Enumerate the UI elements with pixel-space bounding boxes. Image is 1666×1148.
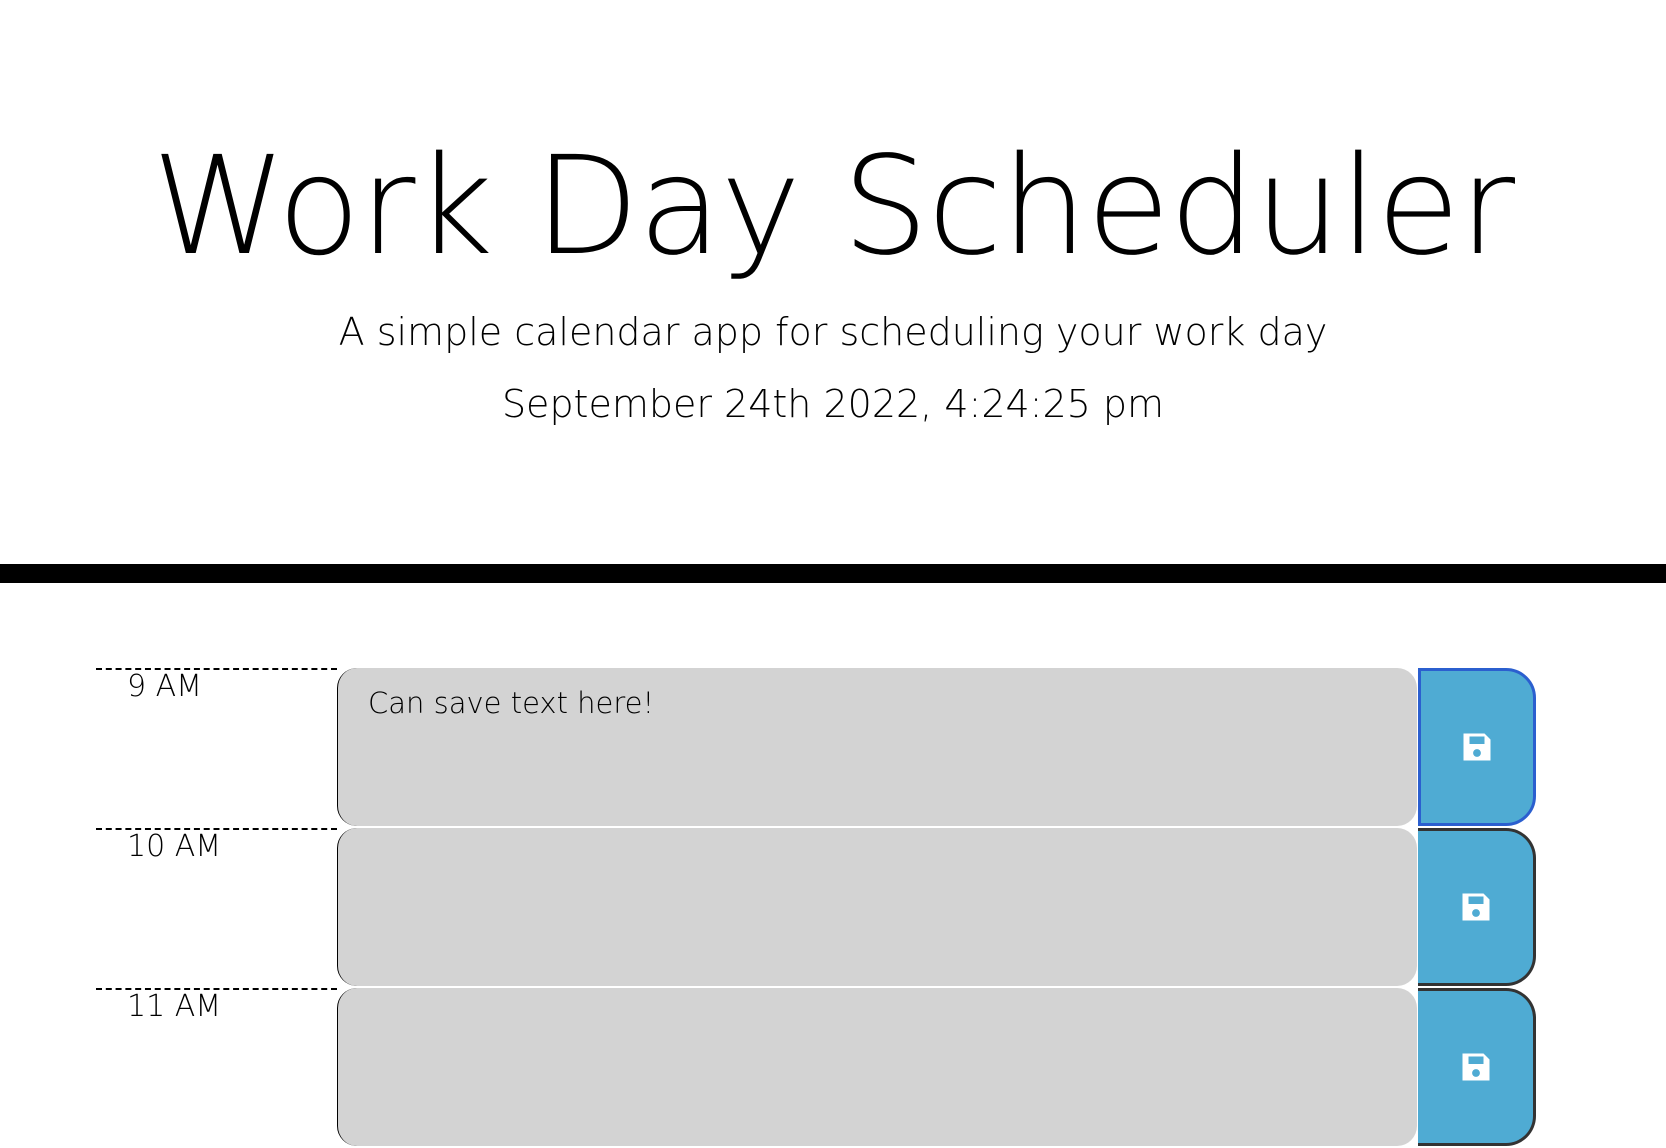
hour-column: 9 AM (96, 668, 337, 828)
hour-label: 10 AM (127, 829, 222, 864)
save-button[interactable] (1418, 668, 1536, 826)
save-icon (1462, 893, 1489, 921)
time-block-list: 9 AM Can save text here! 10 AM 11 AM (0, 668, 1666, 1148)
time-block: 11 AM (0, 988, 1666, 1148)
time-block: 10 AM (0, 828, 1666, 988)
save-button[interactable] (1418, 988, 1536, 1146)
save-icon (1462, 1053, 1489, 1081)
time-block: 9 AM Can save text here! (0, 668, 1666, 828)
hour-column: 10 AM (96, 828, 337, 988)
save-button[interactable] (1418, 828, 1536, 986)
hour-column: 11 AM (96, 988, 337, 1148)
current-datetime: September 24th 2022, 4:24:25 pm (501, 382, 1165, 426)
page-title: Work Day Scheduler (151, 128, 1515, 286)
page-header: Work Day Scheduler A simple calendar app… (0, 0, 1666, 583)
event-description-input[interactable] (337, 988, 1417, 1146)
hour-label: 11 AM (127, 989, 222, 1024)
event-description-input[interactable] (337, 828, 1417, 986)
hour-label: 9 AM (127, 669, 203, 704)
page-subtitle: A simple calendar app for scheduling you… (338, 310, 1328, 354)
event-description-input[interactable]: Can save text here! (337, 668, 1417, 826)
save-icon (1463, 733, 1491, 761)
